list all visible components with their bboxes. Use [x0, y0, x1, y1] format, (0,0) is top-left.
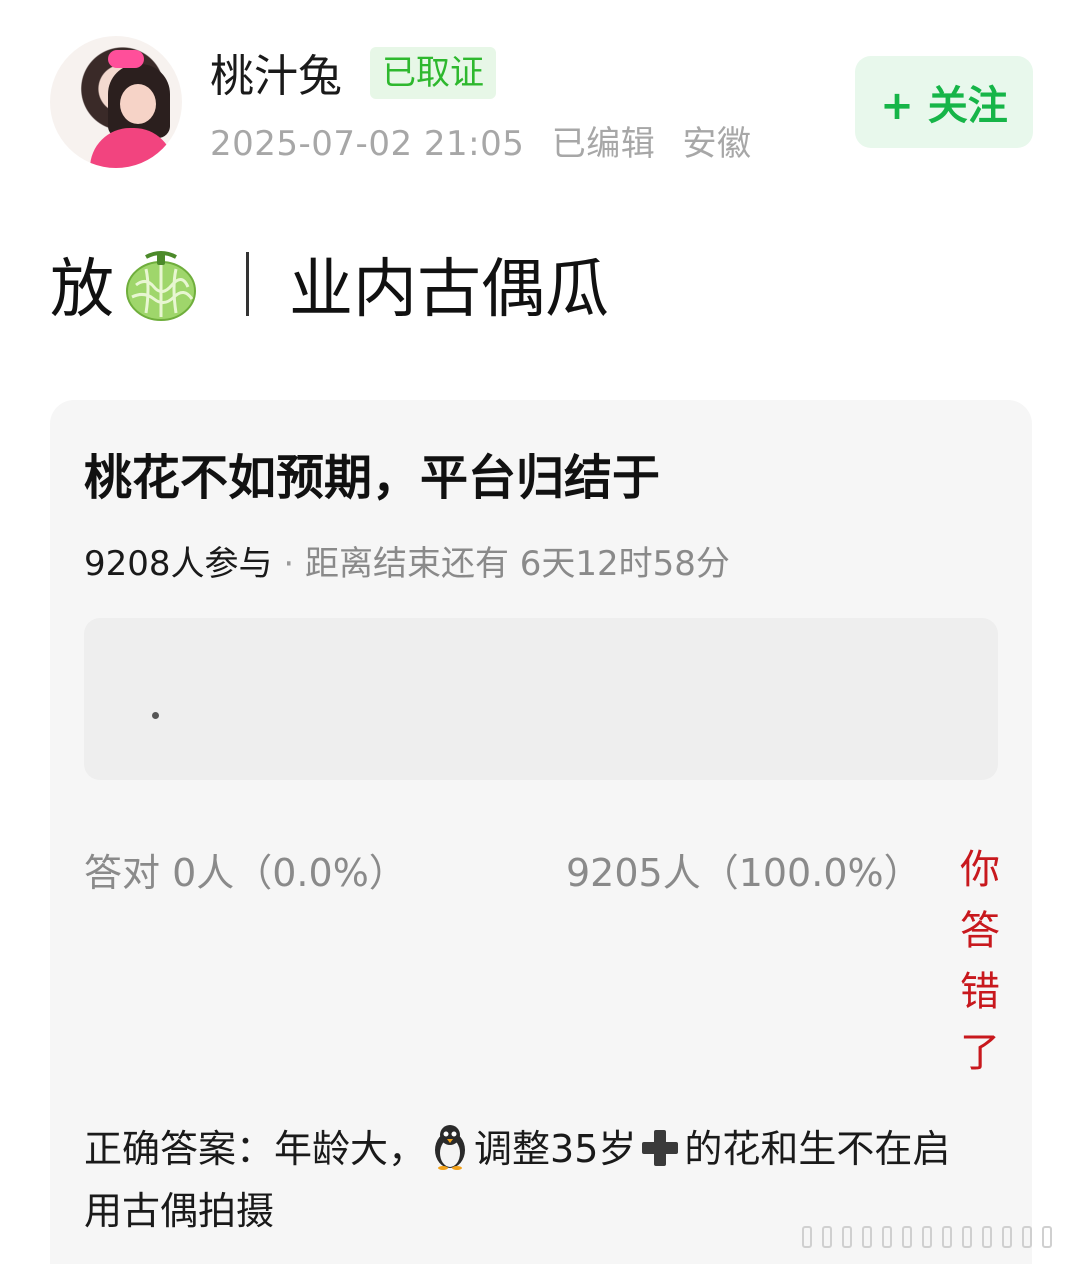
author-avatar[interactable]	[50, 36, 182, 168]
participant-count: 9208人参与	[84, 544, 273, 584]
headline-prefix: 放	[50, 253, 114, 327]
post-meta: 2025-07-02 21:05 已编辑 安徽	[210, 116, 768, 165]
meta-separator: ·	[283, 544, 295, 584]
verified-badge: 已取证	[370, 47, 496, 99]
plus-icon	[638, 1126, 682, 1170]
poll-question: 桃花不如预期，平台归结于	[84, 450, 661, 506]
wrong-stat: 9205人（100.0%）	[566, 851, 922, 895]
penguin-icon	[430, 1124, 470, 1170]
headline-topic: 业内古偶瓜	[289, 253, 609, 327]
avatar-face	[120, 84, 156, 124]
poll-countdown: 距离结束还有 6天12时58分	[304, 544, 730, 584]
post-location: 安徽	[682, 124, 752, 164]
watermark	[800, 1222, 1070, 1252]
wrong-char: 错	[960, 969, 1000, 1015]
wrong-answer-note: 你 答 错 了	[958, 840, 1002, 1084]
follow-button[interactable]: + 关注	[855, 56, 1033, 148]
answer-mid: 调整35岁	[474, 1127, 637, 1171]
author-name[interactable]: 桃汁兔	[210, 40, 342, 104]
avatar-bow	[108, 50, 144, 68]
headline-divider	[246, 252, 249, 316]
wrong-char: 答	[960, 908, 1000, 954]
edited-label: 已编辑	[551, 124, 656, 164]
melon-icon	[124, 247, 198, 321]
poll-participants: 9208人参与 · 距离结束还有 6天12时58分	[84, 536, 730, 585]
post-timestamp: 2025-07-02 21:05	[210, 124, 525, 164]
wrong-char: 你	[960, 847, 1000, 893]
answer-prefix: 正确答案：年龄大，	[84, 1127, 427, 1171]
post-headline: 放 业内古偶瓜	[50, 244, 609, 327]
post-header: 桃汁兔 已取证 2025-07-02 21:05 已编辑 安徽 + 关注	[0, 0, 1080, 200]
option-bullet	[152, 712, 159, 719]
correct-stat: 答对 0人（0.0%）	[84, 851, 407, 895]
wrong-char: 了	[960, 1030, 1000, 1076]
poll-option[interactable]	[84, 618, 998, 780]
